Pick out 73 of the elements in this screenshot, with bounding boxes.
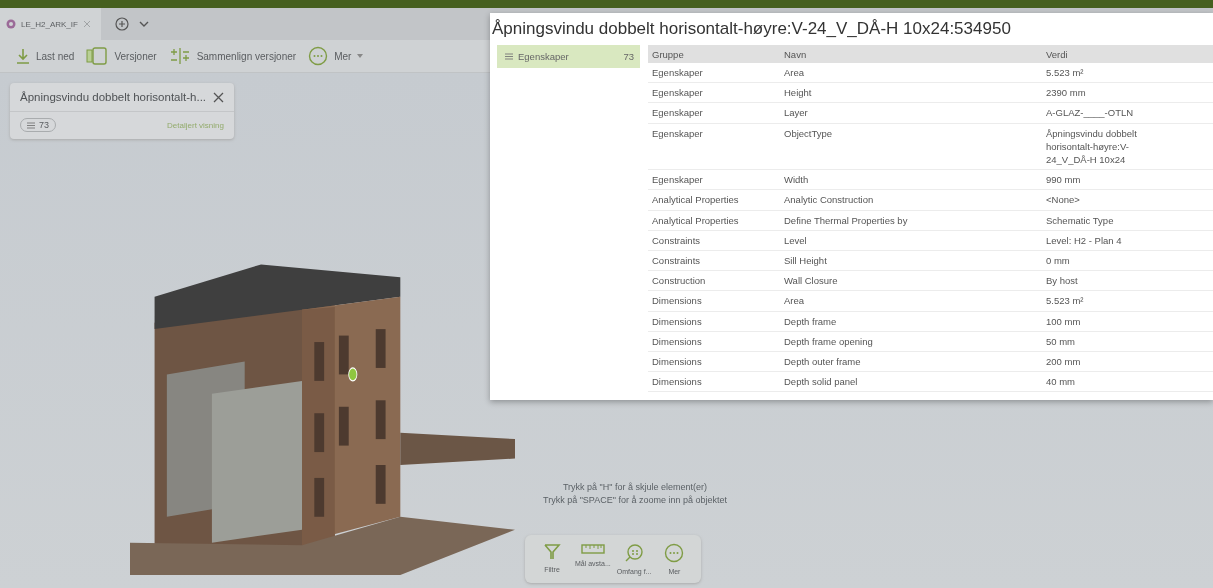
table-cell: 2390 mm <box>1046 87 1086 99</box>
hint-text: Trykk på "H" for å skjule element(er) <box>561 481 709 494</box>
table-cell: Egenskaper <box>652 67 703 78</box>
table-cell: 5.523 m² <box>1046 295 1084 307</box>
file-tab[interactable]: LE_H2_ARK_IF <box>0 8 101 40</box>
table-cell: Dimensions <box>652 315 702 327</box>
table-cell: <None> <box>1046 194 1080 206</box>
toolbar-button[interactable]: Sammenlign versjoner <box>168 47 297 65</box>
sidebar-item[interactable]: Egenskaper 73 <box>497 45 640 68</box>
table-cell: 100 mm <box>1046 315 1081 327</box>
table-cell: Egenskaper <box>652 87 703 99</box>
selection-title: Åpningsvindu dobbelt horisontalt-h... <box>20 91 207 103</box>
chevron-down-icon[interactable] <box>138 21 149 27</box>
table-cell: Dimensions <box>652 356 702 368</box>
table-cell: Depth frame <box>784 315 837 327</box>
table-cell: Width <box>784 174 809 186</box>
table-cell: Level <box>784 234 807 246</box>
table-cell: Level: H2 - Plan 4 <box>1046 234 1122 246</box>
table-cell: Depth solid panel <box>784 376 858 388</box>
table-cell: 200 mm <box>1046 356 1081 368</box>
scope-icon <box>624 543 645 563</box>
hint-text: Trykk på "SPACE" for å zoome inn på objektet <box>542 494 728 507</box>
tab-label: LE_H2_ARK_IF <box>21 19 78 29</box>
table-cell: A-GLAZ-____-OTLN <box>1046 107 1134 119</box>
table-cell: Egenskaper <box>652 107 703 119</box>
table-cell: Analytic Construction <box>784 194 874 206</box>
table-cell: Construction <box>652 275 706 287</box>
toolbar-button[interactable]: Last ned <box>16 48 75 64</box>
column-header[interactable]: Verdi <box>1042 45 1170 63</box>
table-cell: Constraints <box>652 234 701 246</box>
table-cell: Åpningsvindu dobbelt horisontalt-høyre:V-24_V_DÅ-H 10x24 <box>1046 127 1137 165</box>
compare-icon <box>168 47 191 65</box>
download-icon <box>16 48 30 64</box>
table-cell: 990 mm <box>1046 174 1081 186</box>
ruler-icon <box>580 543 605 555</box>
table-cell: By host <box>1046 275 1078 287</box>
table-cell: Constraints <box>652 255 701 267</box>
table-cell: Analytical Properties <box>652 214 739 226</box>
table-cell: Wall Closure <box>784 275 838 287</box>
table-cell: Sill Height <box>784 255 827 267</box>
table-cell: Egenskaper <box>652 174 703 186</box>
list-icon <box>505 53 513 60</box>
more-icon <box>664 543 685 563</box>
add-tab-icon[interactable] <box>114 17 129 31</box>
toolbar-button[interactable]: Mer <box>308 46 364 66</box>
filter-icon <box>543 543 561 561</box>
dialog-title: Åpningsvindu dobbelt horisontalt-høyre:V-24_V_DÅ-H 10x24:534950 <box>491 18 1012 39</box>
column-header[interactable]: Gruppe <box>648 45 780 63</box>
table-cell: ObjectType <box>784 127 833 139</box>
table-cell: Dimensions <box>652 335 702 347</box>
column-header[interactable]: Navn <box>780 45 1042 63</box>
table-cell: 5.523 m² <box>1046 67 1084 78</box>
table-cell: 50 mm <box>1046 335 1076 347</box>
table-cell: Area <box>784 295 805 307</box>
close-icon[interactable] <box>213 91 224 103</box>
table-cell: Schematic Type <box>1046 214 1114 226</box>
table-cell: Layer <box>784 107 808 119</box>
table-cell: Height <box>784 87 812 99</box>
table-cell: Depth frame opening <box>784 335 873 347</box>
table-cell: Analytical Properties <box>652 194 739 206</box>
table-cell: Dimensions <box>652 376 702 388</box>
toolbar-button[interactable]: Versjoner <box>86 47 157 65</box>
table-cell: Define Thermal Properties by <box>784 214 908 226</box>
more-icon <box>308 46 329 66</box>
table-cell: 0 mm <box>1046 255 1070 267</box>
list-icon <box>27 121 35 129</box>
table-cell: Depth outer frame <box>784 356 861 368</box>
logo-icon <box>6 19 16 29</box>
panels-icon <box>86 47 109 65</box>
table-cell: Area <box>784 67 805 78</box>
table-cell: 40 mm <box>1046 376 1076 388</box>
table-cell: Egenskaper <box>652 127 703 139</box>
table-cell: Dimensions <box>652 295 702 307</box>
